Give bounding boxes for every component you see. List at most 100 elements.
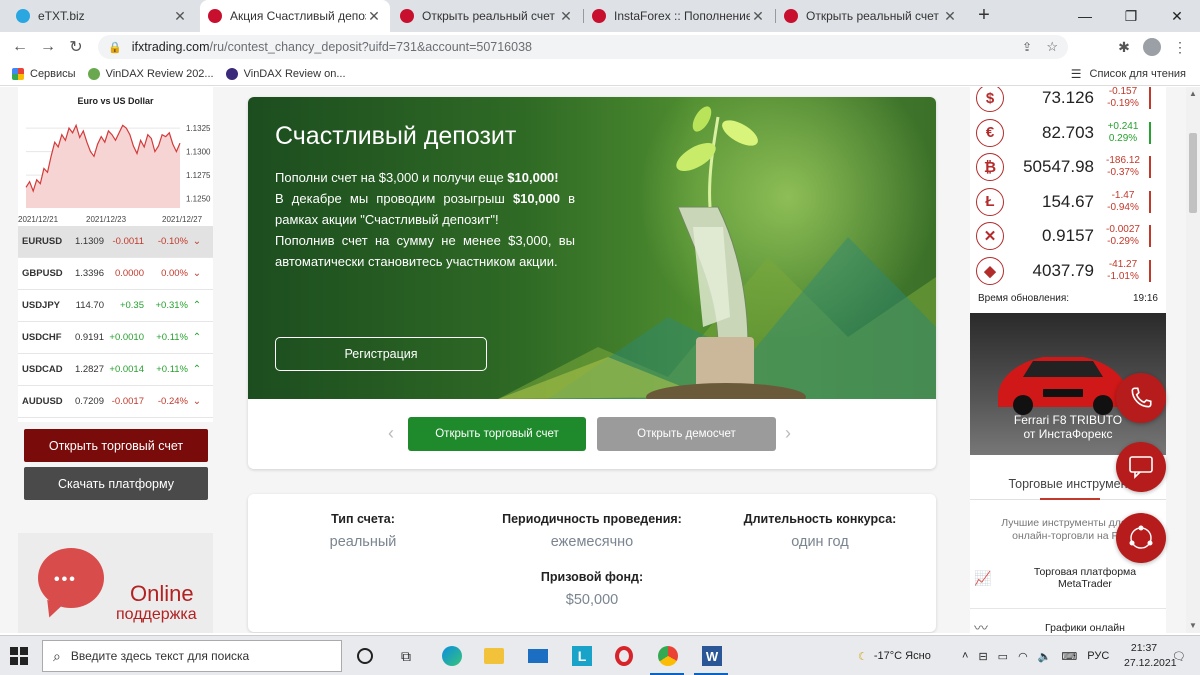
- windows-start-icon[interactable]: [10, 647, 28, 665]
- page-scrollbar[interactable]: ▲ ▼: [1186, 87, 1200, 633]
- y-tick-label: 1.1275: [186, 171, 211, 180]
- quote-row-eurusd[interactable]: EURUSD 1.1309 -0.0011 -0.10% ⌄: [18, 226, 213, 258]
- contest-duration: Длительность конкурса: один год: [743, 512, 897, 550]
- quote-change: +0.35: [119, 300, 144, 311]
- close-icon[interactable]: ✕: [558, 8, 574, 25]
- tray-icons[interactable]: ˄ ⊟ ▭ ◠ 🔈 ⌨ РУС: [962, 636, 1109, 675]
- metatrader-link[interactable]: 📈 Торговая платформа MetaTrader: [970, 564, 1166, 592]
- menu-kebab-icon[interactable]: ⋮: [1166, 32, 1194, 62]
- download-platform-button[interactable]: Скачать платформу: [24, 467, 208, 500]
- open-trading-account-button[interactable]: Открыть торговый счет: [408, 417, 586, 451]
- browser-window: eTXT.biz ✕ Акция Счастливый депозит ✕ От…: [0, 0, 1200, 675]
- weather-widget[interactable]: ☾ -17°C Ясно: [858, 636, 931, 675]
- quote-pair: GBPUSD: [22, 268, 63, 279]
- rate-row-0[interactable]: $73.126 -0.157 -0.19%: [976, 87, 1166, 115]
- system-clock[interactable]: 21:37 27.12.2021: [1124, 641, 1177, 671]
- new-tab-button[interactable]: +: [972, 4, 996, 28]
- network-icon[interactable]: ⊟: [978, 650, 987, 663]
- close-icon[interactable]: ✕: [172, 8, 188, 25]
- quote-price: 1.1309: [74, 236, 104, 247]
- opera-icon[interactable]: [612, 644, 636, 668]
- open-demo-account-button[interactable]: Открыть демосчет: [597, 417, 776, 451]
- chevron-down-icon: ⌄: [192, 236, 202, 247]
- keyboard-icon[interactable]: ⌨: [1061, 650, 1077, 663]
- online-charts-link[interactable]: 〰 Графики онлайн: [970, 620, 1166, 633]
- x-tick-label: 2021/12/21: [18, 215, 59, 224]
- call-button[interactable]: [1116, 373, 1166, 423]
- quote-row-usdchf[interactable]: USDCHF 0.9191 +0.0010 +0.11% ⌃: [18, 322, 213, 354]
- share-icon[interactable]: ⇪: [1022, 40, 1032, 54]
- wifi-icon[interactable]: ◠: [1018, 650, 1028, 663]
- quote-percent: +0.11%: [156, 332, 188, 343]
- etxt-favicon: [16, 9, 30, 23]
- tab-etxt[interactable]: eTXT.biz ✕: [8, 0, 196, 32]
- register-button[interactable]: Регистрация: [275, 337, 487, 371]
- language-indicator[interactable]: РУС: [1087, 650, 1109, 662]
- bookmark-services[interactable]: Сервисы: [12, 67, 76, 80]
- quote-change: +0.0014: [109, 364, 144, 375]
- word-icon[interactable]: W: [700, 644, 724, 668]
- rate-price: 154.67: [1042, 191, 1094, 211]
- contest-period: Периодичность проведения: ежемесячно: [502, 512, 682, 550]
- close-icon[interactable]: ✕: [750, 8, 766, 25]
- edge-icon[interactable]: [440, 644, 464, 668]
- notifications-icon[interactable]: 🗨: [1172, 636, 1186, 675]
- tab-instaforex-deposit[interactable]: InstaForex :: Пополнение с ✕: [584, 0, 774, 32]
- quote-row-usdjpy[interactable]: USDJPY 114.70 +0.35 +0.31% ⌃: [18, 290, 213, 322]
- share-network-button[interactable]: [1116, 513, 1166, 563]
- chevron-up-icon[interactable]: ˄: [962, 650, 968, 662]
- back-button[interactable]: ←: [6, 33, 34, 61]
- tab-open-account-2[interactable]: Открыть реальный счет в И ✕: [776, 0, 966, 32]
- rate-price: 73.126: [1042, 88, 1094, 107]
- quote-row-audusd[interactable]: AUDUSD 0.7209 -0.0017 -0.24% ⌄: [18, 386, 213, 418]
- l-app-icon[interactable]: L: [570, 644, 594, 668]
- eurusd-chart: 1.1325 1.1300 1.1275 1.1250 2021/12/21 2021/1…: [18, 106, 213, 224]
- rate-price: 50547.98: [1023, 157, 1094, 176]
- quotes-table: EURUSD 1.1309 -0.0011 -0.10% ⌄ GBPUSD 1.3396 0.…: [18, 226, 213, 418]
- rate-row-1[interactable]: €82.703 +0.241 0.29%: [976, 116, 1166, 150]
- chrome-icon[interactable]: [656, 644, 680, 668]
- reading-list[interactable]: ☰ Список для чтения: [1071, 62, 1186, 86]
- minimize-button[interactable]: —: [1062, 0, 1108, 32]
- extensions-icon[interactable]: ✱: [1110, 32, 1138, 62]
- quote-row-gbpusd[interactable]: GBPUSD 1.3396 0.0000 0.00% ⌄: [18, 258, 213, 290]
- close-icon[interactable]: ✕: [942, 8, 958, 25]
- rate-row-5[interactable]: ◆ 4037.79 -41.27 -1.01%: [976, 254, 1166, 288]
- reload-button[interactable]: ↻: [62, 33, 90, 61]
- quote-pair: USDCAD: [22, 364, 63, 375]
- litecoin-icon: Ł: [976, 187, 1004, 216]
- chevron-left-icon[interactable]: ‹: [388, 423, 394, 444]
- quote-row-usdcad[interactable]: USDCAD 1.2827 +0.0014 +0.11% ⌃: [18, 354, 213, 386]
- scroll-thumb[interactable]: [1189, 133, 1197, 213]
- scroll-up-arrow[interactable]: ▲: [1186, 87, 1200, 101]
- volume-icon[interactable]: 🔈: [1038, 650, 1052, 663]
- open-account-button[interactable]: Открыть торговый счет: [24, 429, 208, 462]
- promo-card: Счастливый депозит Пополни счет на $3,00…: [248, 97, 936, 469]
- bookmark-vindax-1[interactable]: VinDAX Review 202...: [87, 67, 214, 80]
- taskbar-search-input[interactable]: ⌕ Введите здесь текст для поиска: [42, 640, 342, 672]
- quote-percent: +0.11%: [156, 364, 188, 375]
- window-close-button[interactable]: ✕: [1154, 0, 1200, 32]
- online-support-banner[interactable]: ••• Online поддержка: [18, 533, 213, 633]
- task-view-icon[interactable]: ⧉: [394, 644, 418, 668]
- address-bar[interactable]: 🔒 ifxtrading.com/ru/contest_chancy_depos…: [98, 35, 1068, 59]
- chat-button[interactable]: [1116, 442, 1166, 492]
- bookmark-vindax-2[interactable]: VinDAX Review on...: [225, 67, 346, 80]
- tab-active-deposit[interactable]: Акция Счастливый депозит ✕: [200, 0, 390, 32]
- rate-row-2[interactable]: ₿ 50547.98 -186.12 -0.37%: [976, 150, 1166, 184]
- scroll-down-arrow[interactable]: ▼: [1186, 619, 1200, 633]
- battery-icon[interactable]: ▭: [998, 650, 1008, 663]
- mail-icon[interactable]: [526, 644, 550, 668]
- forward-button[interactable]: →: [34, 33, 62, 61]
- chevron-right-icon[interactable]: ›: [785, 423, 791, 444]
- tab-open-account-1[interactable]: Открыть реальный счет в И ✕: [392, 0, 582, 32]
- file-explorer-icon[interactable]: [482, 644, 506, 668]
- close-icon[interactable]: ✕: [366, 8, 382, 25]
- bookmark-star-icon[interactable]: ☆: [1046, 39, 1058, 55]
- restore-button[interactable]: ❐: [1108, 0, 1154, 32]
- cortana-icon[interactable]: [353, 644, 377, 668]
- rate-row-4[interactable]: ✕ 0.9157 -0.0027 -0.29%: [976, 219, 1166, 253]
- profile-avatar-icon[interactable]: [1138, 32, 1166, 62]
- rate-row-3[interactable]: Ł 154.67 -1.47 -0.94%: [976, 185, 1166, 219]
- instaforex-favicon: [592, 9, 606, 23]
